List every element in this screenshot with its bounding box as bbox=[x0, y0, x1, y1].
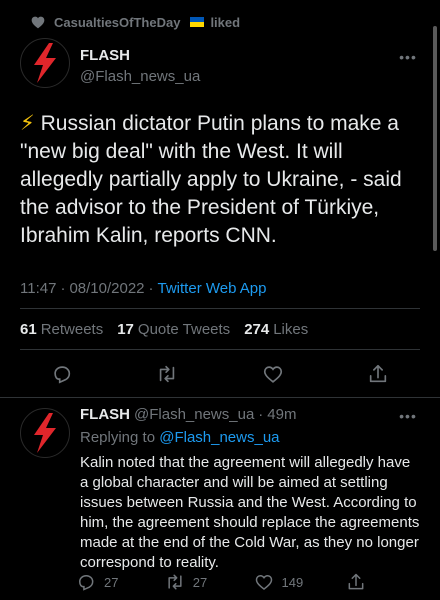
reply-count: 27 bbox=[104, 574, 119, 590]
like-icon[interactable] bbox=[261, 362, 285, 386]
reply-header: FLASH @Flash_news_ua · 49m bbox=[80, 406, 296, 423]
liked-by-user[interactable]: CasualtiesOfTheDay bbox=[54, 15, 180, 30]
reply-text: Kalin noted that the agreement will alle… bbox=[80, 453, 420, 573]
tweet-text-line: Ibrahim Kalin, reports CNN. bbox=[20, 224, 277, 247]
tweet-actions bbox=[50, 360, 390, 388]
liked-label: liked bbox=[210, 14, 241, 30]
tweet-text-line: the advisor to the President of Türkiye, bbox=[20, 196, 380, 219]
tweet-time[interactable]: 11:47 bbox=[20, 280, 56, 297]
reply-reply-button[interactable]: 27 bbox=[76, 572, 122, 592]
main-tweet-author[interactable]: FLASH @Flash_news_ua bbox=[80, 47, 200, 85]
social-context: CasualtiesOfTheDay liked bbox=[31, 12, 241, 32]
retweets-count: 61 bbox=[20, 321, 37, 338]
replying-prefix: Replying to bbox=[80, 429, 156, 446]
retweet-count: 27 bbox=[192, 574, 208, 590]
likes-count: 274 bbox=[244, 321, 270, 338]
lightning-bolt-icon bbox=[34, 43, 56, 83]
divider bbox=[0, 397, 440, 398]
likes-label: Likes bbox=[273, 321, 309, 338]
heart-icon bbox=[31, 16, 45, 29]
retweets-stat[interactable]: 61 Retweets bbox=[20, 321, 103, 338]
replying-to: Replying to @Flash_news_ua bbox=[80, 429, 280, 446]
reply-actions: 27 27 149 bbox=[76, 572, 366, 592]
quotes-label: Quote Tweets bbox=[137, 321, 231, 338]
replying-to-handle[interactable]: @Flash_news_ua bbox=[159, 429, 279, 446]
author-avatar[interactable] bbox=[20, 38, 70, 88]
lightning-bolt-icon bbox=[34, 413, 56, 453]
retweets-label: Retweets bbox=[40, 321, 104, 338]
reply-author-avatar[interactable] bbox=[20, 408, 70, 458]
ukraine-flag-icon bbox=[190, 17, 205, 27]
share-icon bbox=[348, 573, 364, 590]
reply-more-options-icon[interactable]: ••• bbox=[398, 406, 418, 426]
reply-like-button[interactable]: 149 bbox=[254, 572, 304, 592]
reply-text-line: made at the end of the Cold War, as they… bbox=[80, 534, 419, 551]
reply-text-line: him, the agreement should replace the ag… bbox=[80, 514, 420, 531]
like-icon bbox=[255, 574, 272, 591]
reply-retweet-button[interactable]: 27 bbox=[165, 572, 211, 592]
more-options-icon[interactable]: ••• bbox=[398, 47, 418, 67]
reply-time[interactable]: 49m bbox=[267, 406, 296, 423]
likes-stat[interactable]: 274 Likes bbox=[244, 321, 308, 338]
tweet-text-line: allegedly partially apply to Ukraine, - … bbox=[20, 168, 402, 191]
tweet-stats: 61 Retweets 17 Quote Tweets 274 Likes bbox=[20, 321, 308, 338]
reply-author-handle[interactable]: @Flash_news_ua bbox=[134, 406, 254, 423]
reply-text-line: a global character and will be aimed at … bbox=[80, 474, 388, 491]
tweet-text: ⚡ Russian dictator Putin plans to make a… bbox=[20, 110, 425, 250]
tweet-text-line: Russian dictator Putin plans to make a bbox=[40, 112, 399, 135]
tweet-source[interactable]: Twitter Web App bbox=[158, 280, 267, 297]
quotes-count: 17 bbox=[117, 321, 134, 338]
reply-author-name[interactable]: FLASH bbox=[80, 406, 130, 423]
reply-share-button[interactable] bbox=[346, 572, 366, 592]
divider bbox=[20, 349, 420, 350]
reply-icon bbox=[78, 575, 94, 591]
like-count: 149 bbox=[281, 574, 304, 590]
tweet-date[interactable]: 08/10/2022 bbox=[69, 280, 144, 297]
retweet-icon bbox=[168, 574, 182, 590]
tweet-text-line: "new big deal" with the West. It will bbox=[20, 140, 343, 163]
divider bbox=[20, 308, 420, 309]
meta-separator: · bbox=[148, 280, 154, 297]
reply-separator: · bbox=[258, 406, 264, 423]
share-icon[interactable] bbox=[366, 362, 390, 386]
reply-text-line: correspond to reality. bbox=[80, 554, 219, 571]
reply-text-line: issues between Russia and the West. Acco… bbox=[80, 494, 417, 511]
lightning-emoji-icon: ⚡ bbox=[20, 112, 35, 135]
reply-icon[interactable] bbox=[50, 362, 74, 386]
author-handle[interactable]: @Flash_news_ua bbox=[80, 68, 200, 85]
tweet-metadata: 11:47 · 08/10/2022 · Twitter Web App bbox=[20, 280, 266, 297]
author-name[interactable]: FLASH bbox=[80, 47, 200, 64]
reply-text-line: Kalin noted that the agreement will alle… bbox=[80, 454, 411, 471]
scrollbar[interactable] bbox=[433, 26, 437, 251]
retweet-icon[interactable] bbox=[155, 362, 179, 386]
meta-separator: · bbox=[60, 280, 66, 297]
quotes-stat[interactable]: 17 Quote Tweets bbox=[117, 321, 230, 338]
